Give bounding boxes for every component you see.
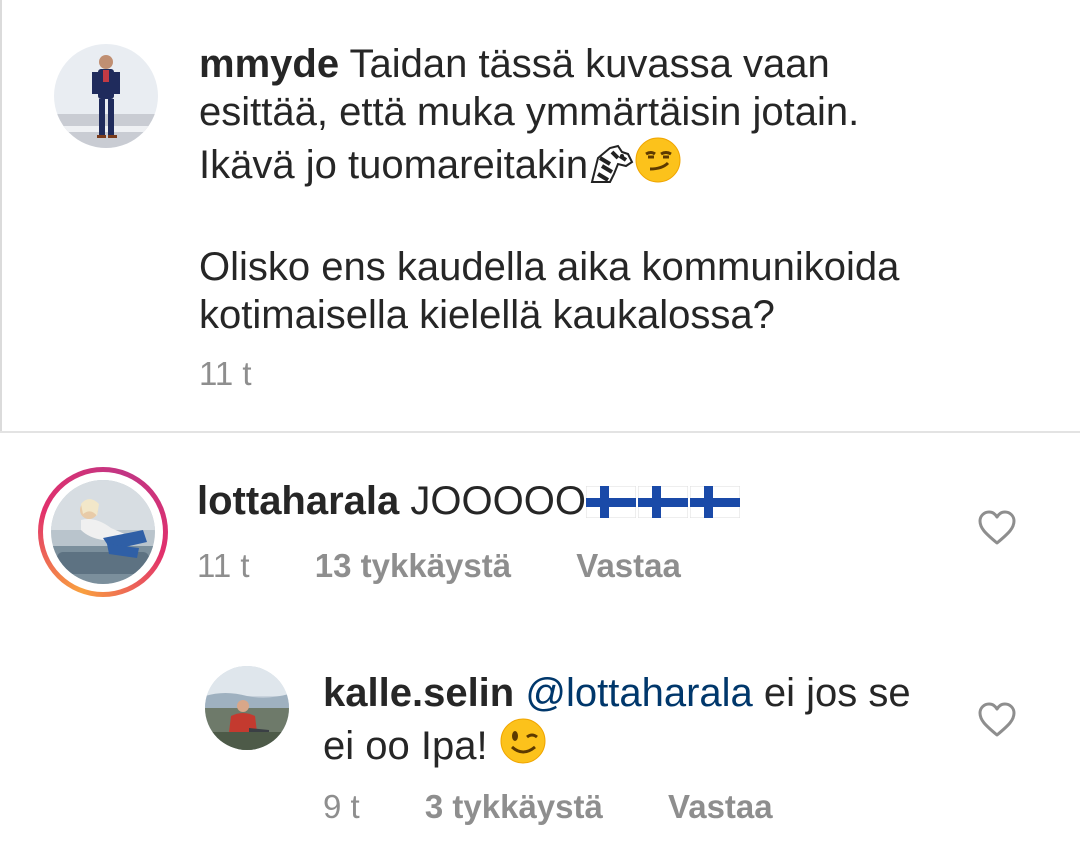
finland-flag-emoji	[585, 481, 637, 529]
divider	[0, 431, 1080, 433]
user-avatar-image	[205, 666, 289, 750]
smirking-face-emoji	[634, 136, 682, 195]
heart-icon[interactable]	[977, 701, 1017, 739]
zebra-emoji	[588, 144, 634, 195]
mention-link[interactable]: @lottaharala	[525, 671, 752, 715]
username-link[interactable]: mmyde	[199, 42, 339, 86]
avatar[interactable]	[205, 666, 289, 750]
comment-text-line: Olisko ens kaudella aika kommunikoida	[199, 245, 900, 289]
comment-body: mmyde Taidan tässä kuvassa vaan esittää,…	[199, 40, 1059, 339]
comment-meta: 9 t 3 tykkäystä Vastaa	[323, 787, 773, 827]
likes-count-link[interactable]: 3 tykkäystä	[425, 788, 603, 825]
comment-body: kalle.selin @lottaharala ei jos se ei oo…	[323, 669, 963, 776]
comment-text-line: kotimaisella kielellä kaukalossa?	[199, 293, 775, 337]
reply-button[interactable]: Vastaa	[668, 788, 773, 825]
username-link[interactable]: lottaharala	[197, 479, 399, 523]
comment-body: lottaharala JOOOOO	[197, 477, 917, 529]
comment-mmyde: mmyde Taidan tässä kuvassa vaan esittää,…	[0, 0, 1080, 432]
user-avatar-image	[54, 44, 158, 148]
reply-button[interactable]: Vastaa	[576, 547, 681, 584]
finland-flag-emoji	[637, 481, 689, 529]
comment-text: ei jos se	[752, 671, 911, 715]
comment-text-line: Taidan tässä kuvassa vaan	[349, 42, 830, 86]
comment-text: JOOOOO	[410, 479, 586, 523]
username-link[interactable]: kalle.selin	[323, 671, 514, 715]
finland-flag-emoji	[689, 481, 741, 529]
comment-text-line: esittää, että muka ymmärtäisin jotain.	[199, 90, 860, 134]
winking-face-emoji	[499, 717, 547, 776]
likes-count-link[interactable]: 13 tykkäystä	[315, 547, 511, 584]
comment-text: ei oo Ipa!	[323, 724, 499, 768]
comment-time: 11 t	[197, 547, 250, 584]
comment-text-line: Ikävä jo tuomareitakin	[199, 143, 589, 187]
comment-time: 11 t	[199, 355, 252, 392]
heart-icon[interactable]	[977, 509, 1017, 547]
user-avatar-image	[51, 480, 155, 584]
avatar-story-ring[interactable]	[38, 467, 168, 597]
comment-meta: 11 t 13 tykkäystä Vastaa	[197, 546, 681, 586]
avatar[interactable]	[54, 44, 158, 148]
comment-time: 9 t	[323, 788, 360, 825]
comment-meta: 11 t	[199, 354, 252, 394]
